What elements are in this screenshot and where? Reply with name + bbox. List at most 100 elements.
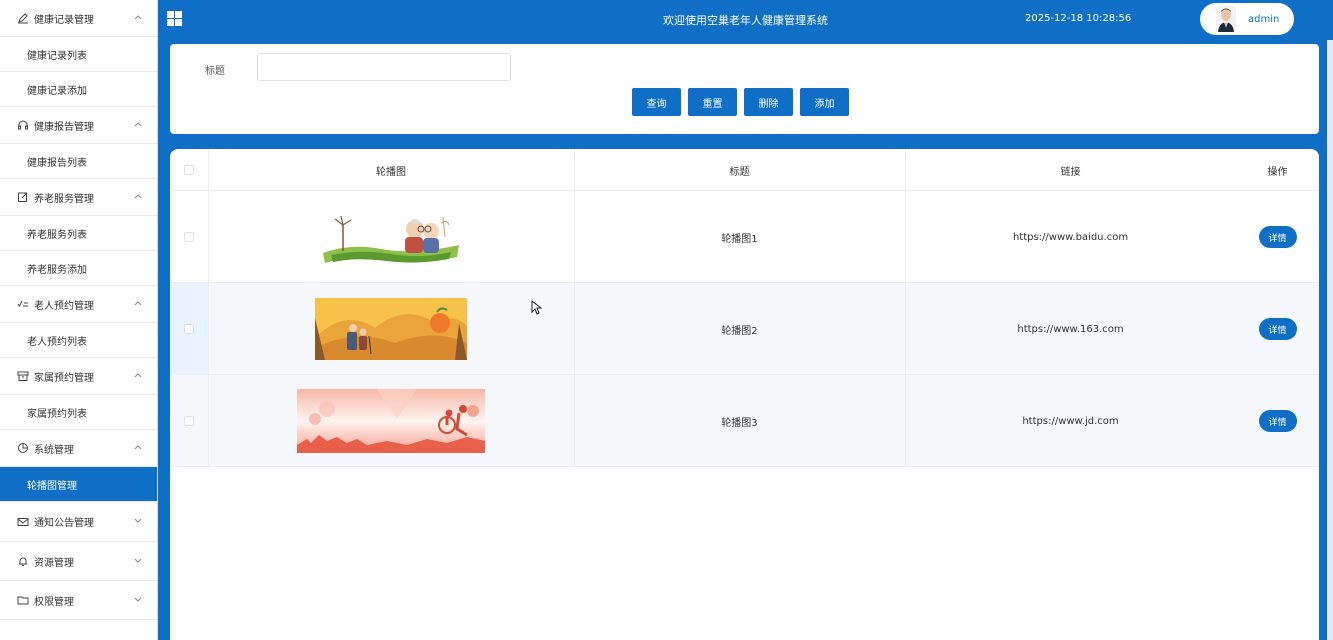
row-action-cell: 详情	[1236, 375, 1319, 467]
sidebar-group-label: 系统管理	[34, 444, 74, 456]
column-header-title: 标题	[729, 166, 750, 178]
row-action-cell: 详情	[1236, 283, 1319, 375]
sidebar-group-label: 通知公告管理	[34, 518, 94, 529]
sidebar-group-family-appointment[interactable]: 家属预约管理	[0, 358, 157, 395]
detail-button[interactable]: 详情	[1258, 318, 1297, 340]
chevron-down-icon	[133, 516, 143, 526]
table-header: 轮播图 标题 链接 操作	[170, 149, 1319, 191]
column-divider	[208, 149, 209, 467]
chevron-up-icon	[133, 12, 143, 22]
scrollbar[interactable]	[1327, 40, 1333, 640]
pen-icon	[17, 12, 29, 24]
sidebar-item-label: 健康记录列表	[27, 50, 87, 62]
checklist-icon	[17, 298, 29, 310]
row-link: https://www.jd.com	[1022, 415, 1119, 427]
folder-icon	[17, 594, 29, 606]
sidebar-group-health-record[interactable]: 健康记录管理	[0, 0, 157, 37]
title-filter-label: 标题	[205, 66, 225, 77]
sidebar-group-health-report[interactable]: 健康报告管理	[0, 107, 157, 144]
sidebar-group-label: 家属预约管理	[34, 372, 94, 384]
sidebar-item-label: 老人预约列表	[27, 336, 87, 348]
sidebar-group-label: 老人预约管理	[34, 300, 94, 312]
title-search-input[interactable]	[257, 53, 511, 81]
chevron-up-icon	[133, 442, 143, 452]
column-header-action: 操作	[1267, 166, 1288, 178]
select-all-checkbox-cell[interactable]	[170, 149, 208, 191]
chevron-up-icon	[133, 370, 143, 380]
row-checkbox-cell[interactable]	[170, 375, 208, 467]
carousel-image-3	[297, 389, 485, 453]
carousel-thumbnail	[208, 191, 574, 283]
carousel-thumbnail	[208, 283, 574, 375]
sidebar-item-label: 养老服务列表	[27, 229, 87, 241]
delete-button[interactable]: 删除	[744, 88, 793, 116]
table-row: 轮播图3 https://www.jd.com 详情	[170, 375, 1319, 467]
query-button[interactable]: 查询	[632, 88, 681, 116]
search-panel: 标题 查询 重置 删除 添加	[170, 44, 1319, 134]
chevron-up-icon	[133, 191, 143, 201]
reset-button[interactable]: 重置	[688, 88, 737, 116]
sidebar-item-label: 轮播图管理	[27, 480, 77, 492]
row-checkbox[interactable]	[184, 324, 194, 334]
select-all-checkbox[interactable]	[184, 165, 194, 175]
headset-icon	[17, 119, 29, 131]
sidebar-item-label: 养老服务添加	[27, 264, 87, 276]
mouse-cursor-icon	[531, 299, 543, 318]
page-title: 欢迎使用空巢老年人健康管理系统	[663, 14, 828, 27]
row-action-cell: 详情	[1236, 191, 1319, 283]
column-divider	[905, 149, 906, 467]
sidebar-group-notice[interactable]: 通知公告管理	[0, 502, 157, 542]
row-title: 轮播图3	[721, 417, 758, 429]
sidebar-item-family-appointment-list[interactable]: 家属预约列表	[0, 395, 157, 430]
sidebar: 健康记录管理 健康记录列表 健康记录添加 健康报告管理 健康报告列表 养老服务管…	[0, 0, 158, 640]
username: admin	[1248, 13, 1280, 25]
sidebar-group-label: 权限管理	[34, 596, 74, 608]
column-header-image: 轮播图	[376, 166, 406, 178]
sidebar-group-label: 资源管理	[34, 557, 74, 569]
row-link: https://www.163.com	[1017, 323, 1124, 335]
row-title: 轮播图1	[721, 233, 758, 245]
avatar	[1216, 6, 1236, 32]
menu-grid-icon[interactable]	[167, 11, 182, 26]
row-title: 轮播图2	[721, 325, 758, 337]
sidebar-item-label: 健康记录添加	[27, 85, 87, 97]
bell-icon	[17, 555, 29, 567]
sidebar-group-elderly-service[interactable]: 养老服务管理	[0, 179, 157, 216]
table-row: 轮播图1 https://www.baidu.com 详情	[170, 191, 1319, 283]
sidebar-item-elder-appointment-list[interactable]: 老人预约列表	[0, 323, 157, 358]
sidebar-item-health-record-list[interactable]: 健康记录列表	[0, 37, 157, 72]
sidebar-group-label: 健康记录管理	[34, 14, 94, 26]
sidebar-item-carousel[interactable]: 轮播图管理	[0, 467, 157, 502]
column-divider	[574, 149, 575, 467]
box-icon	[17, 370, 29, 382]
row-checkbox-cell[interactable]	[170, 191, 208, 283]
add-button[interactable]: 添加	[800, 88, 849, 116]
sidebar-group-system[interactable]: 系统管理	[0, 430, 157, 467]
detail-button[interactable]: 详情	[1258, 410, 1297, 432]
column-header-link: 链接	[1060, 166, 1081, 178]
sidebar-item-health-record-add[interactable]: 健康记录添加	[0, 72, 157, 107]
sidebar-item-elderly-service-add[interactable]: 养老服务添加	[0, 251, 157, 286]
sidebar-item-elderly-service-list[interactable]: 养老服务列表	[0, 216, 157, 251]
sidebar-group-permission[interactable]: 权限管理	[0, 581, 157, 620]
sidebar-group-resources[interactable]: 资源管理	[0, 542, 157, 581]
edit-icon	[17, 191, 29, 203]
chevron-down-icon	[133, 556, 143, 566]
user-menu[interactable]: admin	[1200, 3, 1294, 35]
chevron-up-icon	[133, 298, 143, 308]
row-checkbox[interactable]	[184, 416, 194, 426]
sidebar-group-elder-appointment[interactable]: 老人预约管理	[0, 286, 157, 323]
sidebar-item-label: 健康报告列表	[27, 157, 87, 169]
carousel-table: 轮播图 标题 链接 操作 轮播图1 https://www.baidu.com …	[170, 149, 1319, 640]
top-header: 欢迎使用空巢老年人健康管理系统 2025-12-18 10:28:56 admi…	[158, 0, 1333, 40]
chevron-down-icon	[133, 595, 143, 605]
mail-icon	[17, 516, 29, 528]
chevron-up-icon	[133, 119, 143, 129]
pie-chart-icon	[17, 442, 29, 454]
table-row: 轮播图2 https://www.163.com 详情	[170, 283, 1319, 375]
sidebar-item-health-report-list[interactable]: 健康报告列表	[0, 144, 157, 179]
detail-button[interactable]: 详情	[1258, 226, 1297, 248]
sidebar-item-label: 家属预约列表	[27, 408, 87, 420]
row-checkbox-cell[interactable]	[170, 283, 208, 375]
row-checkbox[interactable]	[184, 232, 194, 242]
